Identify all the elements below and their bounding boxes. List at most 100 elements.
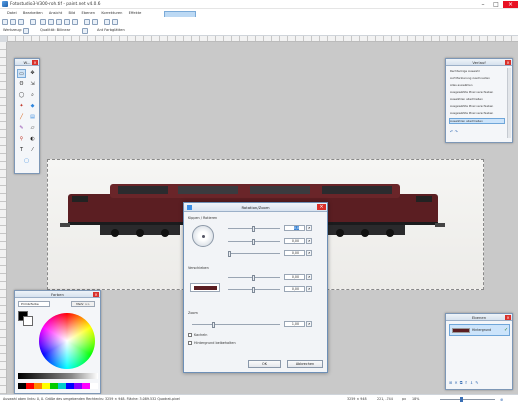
open-icon[interactable] <box>10 19 16 25</box>
palette-swatches[interactable] <box>18 383 98 389</box>
status-zoom-value[interactable]: 18% <box>412 397 419 401</box>
zoom-reset-icon[interactable]: ↺ <box>306 321 312 327</box>
undo-icon[interactable] <box>84 19 90 25</box>
history-item-selected[interactable]: Auswählen abschließen <box>449 118 505 124</box>
layer-row[interactable]: Hintergrund ✓ <box>449 324 510 336</box>
dialog-close-button[interactable]: × <box>317 204 326 210</box>
tilt2-reset-icon[interactable]: ↺ <box>306 250 312 256</box>
history-item[interactable]: Ausgewählte Pixel verschieben <box>450 104 493 108</box>
history-item[interactable]: Ausgewählte Pixel verschieben <box>450 90 493 94</box>
status-unit-dropdown[interactable]: px <box>402 397 406 401</box>
menu-edit[interactable]: Bearbeiten <box>23 9 43 17</box>
grid-icon[interactable] <box>104 19 110 25</box>
angle-slider[interactable] <box>228 225 280 232</box>
gradient-icon[interactable]: ▤ <box>28 113 37 122</box>
move-tool-icon[interactable]: ✥ <box>28 69 37 78</box>
layer-action-icons[interactable]: ⊞✕⧉⇑⇓✎ <box>449 380 481 385</box>
history-close-icon[interactable]: × <box>505 60 511 65</box>
recolor-icon[interactable]: ◐ <box>28 135 37 144</box>
history-item[interactable]: Rechteckige Auswahl <box>450 69 480 73</box>
move-selection-icon[interactable] <box>23 28 29 34</box>
menu-image[interactable]: Bild <box>68 9 75 17</box>
more-colors-button[interactable]: Mehr >> <box>71 301 95 307</box>
zoom-in-icon[interactable]: ⊕ <box>500 397 503 402</box>
menu-view[interactable]: Ansicht <box>49 9 62 17</box>
cancel-button[interactable]: Abbrechen <box>287 360 323 368</box>
pan-x-slider[interactable] <box>228 274 280 281</box>
keep-background-checkbox[interactable] <box>188 341 192 345</box>
cut-icon[interactable] <box>40 19 46 25</box>
ruler-icon[interactable] <box>112 19 118 25</box>
menu-adjustments[interactable]: Korrekturen <box>101 9 122 17</box>
history-item[interactable]: Ausgewählte Pixel verschieben <box>450 111 493 115</box>
magic-wand-icon[interactable]: ✦ <box>17 102 26 111</box>
angle-spinbox[interactable]: 0,0 <box>284 225 305 231</box>
zoom-slider[interactable] <box>440 397 495 402</box>
tilt2-slider[interactable] <box>228 250 280 257</box>
copy-icon[interactable] <box>48 19 54 25</box>
menu-layers[interactable]: Ebenen <box>82 9 96 17</box>
tilt-reset-icon[interactable]: ↺ <box>306 238 312 244</box>
close-button[interactable]: × <box>503 1 518 8</box>
pan-y-slider[interactable] <box>228 286 280 293</box>
color-mode-dropdown[interactable]: Primärfarbe <box>18 301 50 307</box>
antialias-toggle[interactable]: Ant Farbglätten <box>97 28 125 32</box>
zoom-slider[interactable] <box>192 321 280 328</box>
zoom-icon[interactable]: ⌕ <box>28 91 37 100</box>
tilt2-slider-knob[interactable] <box>228 250 231 257</box>
pan-x-reset-icon[interactable]: ↺ <box>306 274 312 280</box>
menu-effects[interactable]: Effekte <box>129 9 142 17</box>
minimize-button[interactable]: – <box>477 1 489 8</box>
angle-reset-icon[interactable]: ↺ <box>306 225 312 231</box>
ellipse-select-icon[interactable]: ◯ <box>17 91 26 100</box>
history-item[interactable]: Auf Markierung zuschneiden <box>450 76 490 80</box>
tilt2-spinbox[interactable]: 0,00 <box>284 250 305 256</box>
tile-checkbox[interactable] <box>188 333 192 337</box>
paint-bucket-icon[interactable]: ◆ <box>28 102 37 111</box>
history-undo-redo-icons[interactable]: ↶ ↷ <box>450 129 458 134</box>
rotation-dial[interactable] <box>192 225 214 247</box>
zoom-slider-knob[interactable] <box>460 397 463 402</box>
pan-preview[interactable] <box>190 283 220 292</box>
colors-close-icon[interactable]: × <box>93 292 99 297</box>
ok-button[interactable]: OK <box>248 360 281 368</box>
rectangle-select-icon[interactable]: ▭ <box>17 69 26 78</box>
quality-dropdown[interactable]: Qualität: Bilinear <box>40 28 70 32</box>
pan-x-spinbox[interactable]: 0,00 <box>284 274 305 280</box>
tilt-spinbox[interactable]: 0,00 <box>284 238 305 244</box>
pan-y-spinbox[interactable]: 0,00 <box>284 286 305 292</box>
secondary-color-swatch[interactable] <box>23 316 33 326</box>
shapes-icon[interactable]: ▢ <box>22 157 31 166</box>
angle-slider-knob[interactable] <box>252 225 255 232</box>
pan-y-reset-icon[interactable]: ↺ <box>306 286 312 292</box>
pan-x-knob[interactable] <box>252 274 255 281</box>
value-slider[interactable] <box>18 373 98 379</box>
pencil-icon[interactable]: ✎ <box>17 124 26 133</box>
eraser-icon[interactable]: ▱ <box>28 124 37 133</box>
menu-file[interactable]: Datei <box>7 9 17 17</box>
new-icon[interactable] <box>2 19 8 25</box>
lasso-icon[interactable]: ʘ <box>17 80 26 89</box>
color-wheel[interactable] <box>39 313 95 369</box>
maximize-button[interactable]: □ <box>490 1 502 8</box>
print-icon[interactable] <box>30 19 36 25</box>
zoom-slider-knob[interactable] <box>212 321 215 328</box>
pan-y-knob[interactable] <box>252 286 255 293</box>
blend-mode-icon[interactable] <box>82 28 88 34</box>
tilt-slider-knob[interactable] <box>252 238 255 245</box>
zoom-spinbox[interactable]: 1,00 <box>284 321 305 327</box>
layers-close-icon[interactable]: × <box>505 315 511 320</box>
history-item[interactable]: Alles auswählen <box>450 83 473 87</box>
redo-icon[interactable] <box>92 19 98 25</box>
tilt-slider[interactable] <box>228 238 280 245</box>
move-selection-tool-icon[interactable]: ⇲ <box>28 80 37 89</box>
tools-close-icon[interactable]: × <box>32 60 38 65</box>
crop-icon[interactable] <box>64 19 70 25</box>
clone-stamp-icon[interactable]: ⚲ <box>17 135 26 144</box>
save-icon[interactable] <box>18 19 24 25</box>
history-scrollbar[interactable] <box>507 68 511 138</box>
layer-visible-checkbox[interactable]: ✓ <box>504 327 508 333</box>
line-icon[interactable]: ⁄ <box>28 146 37 155</box>
deselect-icon[interactable] <box>72 19 78 25</box>
paste-icon[interactable] <box>56 19 62 25</box>
